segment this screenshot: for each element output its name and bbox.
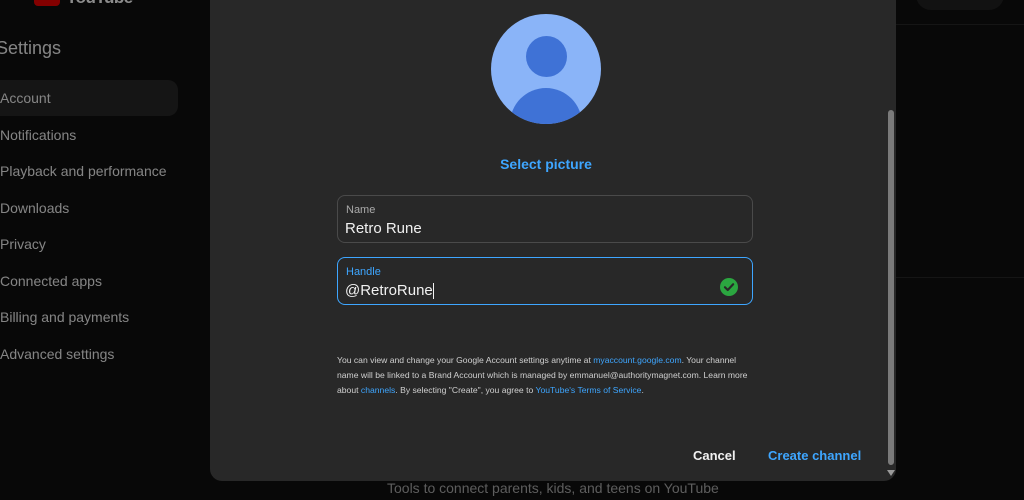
create-channel-dialog: Select picture Name Handle @RetroRune Yo… <box>210 0 896 481</box>
legal-text-3: . By selecting "Create", you agree to <box>395 385 536 395</box>
channels-link[interactable]: channels <box>361 385 395 395</box>
name-input[interactable] <box>345 220 705 237</box>
scrollbar-thumb[interactable] <box>888 110 894 465</box>
terms-link[interactable]: YouTube's Terms of Service <box>536 385 642 395</box>
handle-input[interactable]: @RetroRune <box>345 282 705 300</box>
text-caret <box>432 283 434 300</box>
avatar-body <box>510 88 582 124</box>
handle-value: @RetroRune <box>345 282 433 299</box>
avatar-head <box>526 36 567 77</box>
name-field-label: Name <box>346 204 376 216</box>
legal-text-1: You can view and change your Google Acco… <box>337 355 594 365</box>
handle-field-label: Handle <box>346 266 381 278</box>
create-channel-button[interactable]: Create channel <box>768 448 861 463</box>
name-field[interactable]: Name <box>337 195 753 243</box>
check-circle-icon <box>720 278 738 296</box>
legal-text-4: . <box>641 385 644 395</box>
legal-disclaimer: You can view and change your Google Acco… <box>337 353 757 398</box>
scroll-down-arrow-icon[interactable] <box>887 470 895 476</box>
avatar-placeholder-icon[interactable] <box>491 14 601 124</box>
dialog-scrollbar[interactable] <box>885 0 896 481</box>
cancel-button[interactable]: Cancel <box>693 448 736 463</box>
myaccount-link[interactable]: myaccount.google.com <box>593 355 681 365</box>
handle-field[interactable]: Handle @RetroRune <box>337 257 753 305</box>
select-picture-link[interactable]: Select picture <box>496 156 596 172</box>
